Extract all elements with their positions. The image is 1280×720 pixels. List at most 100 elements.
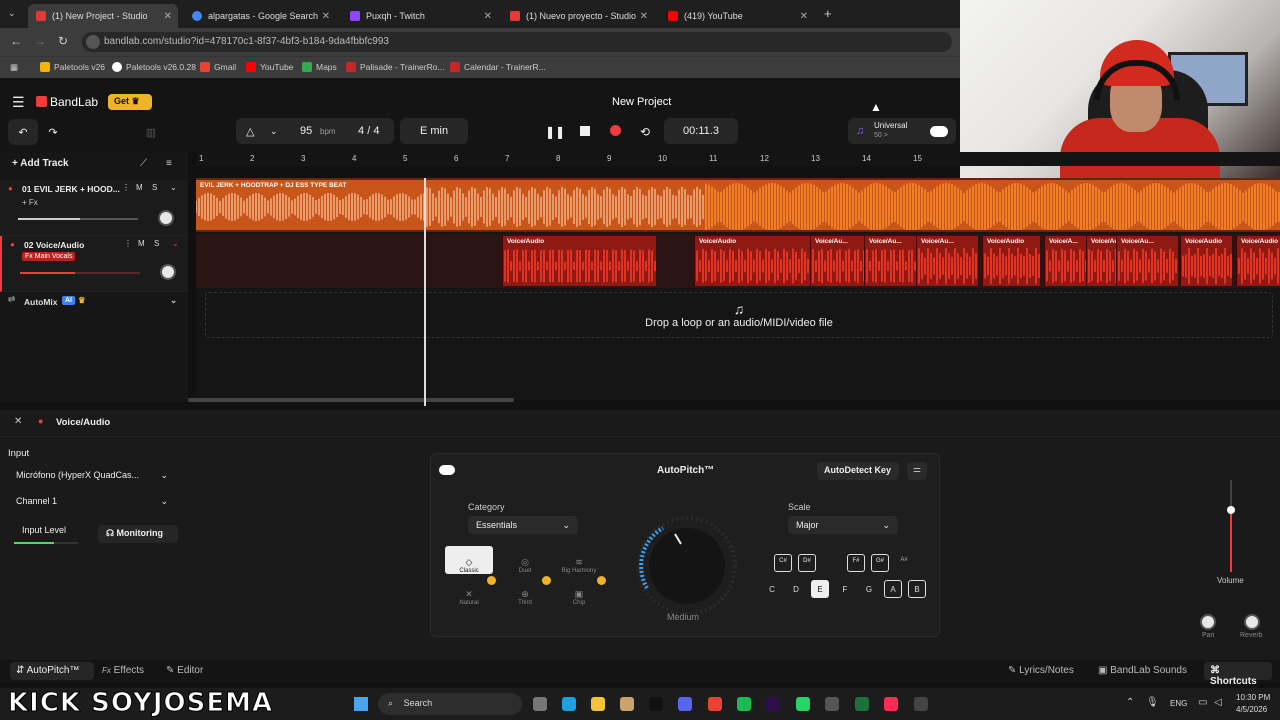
key-f-sharp[interactable]: F# xyxy=(847,554,865,572)
mic-tray-icon[interactable]: 🎙 xyxy=(1146,697,1159,708)
tab-lyrics[interactable]: ✎ Lyrics/Notes xyxy=(1008,665,1074,676)
clock-date[interactable]: 4/5/2026 xyxy=(1236,705,1267,714)
voice-clip[interactable]: Voice/Audio xyxy=(982,236,1040,286)
scale-select[interactable]: Major ⌄ xyxy=(788,516,898,534)
close-icon[interactable]: ✕ xyxy=(800,11,808,22)
reverb-knob[interactable] xyxy=(1244,614,1260,630)
key-f[interactable]: F xyxy=(836,580,854,598)
mode-duet[interactable]: ◎ Duet xyxy=(501,546,549,574)
pan-knob[interactable] xyxy=(1200,614,1216,630)
add-track-button[interactable]: + Add Track xyxy=(12,158,69,169)
track-row-voice[interactable]: ● 02 Voice/Audio Fx Main Vocals ⋮ M S ⌄ xyxy=(0,236,188,292)
bookmark-youtube[interactable]: YouTube xyxy=(246,62,293,72)
track-name[interactable]: 02 Voice/Audio xyxy=(24,240,84,250)
mode-classic[interactable]: ◇ Classic xyxy=(445,546,493,574)
edge-icon[interactable] xyxy=(562,697,576,711)
time-signature[interactable]: 4 / 4 xyxy=(358,125,379,137)
key-a[interactable]: A xyxy=(884,580,902,598)
file-explorer-icon[interactable] xyxy=(591,697,605,711)
tab-bandlab-sounds[interactable]: ▣ BandLab Sounds xyxy=(1098,665,1187,676)
chrome-icon[interactable] xyxy=(708,697,722,711)
mute-button[interactable]: M xyxy=(136,183,143,192)
chevron-down-icon[interactable]: ⌄ xyxy=(172,239,179,248)
terminal-icon[interactable] xyxy=(855,697,869,711)
key-a-sharp[interactable]: A# xyxy=(895,554,913,572)
chevron-down-icon[interactable]: ⌄ xyxy=(170,183,177,192)
tab-twitch[interactable]: Puxqh - Twitch ✕ xyxy=(342,4,498,28)
key-g[interactable]: G xyxy=(860,580,878,598)
record-button[interactable] xyxy=(610,125,621,136)
key-g-sharp[interactable]: G# xyxy=(871,554,889,572)
tiktok-icon[interactable] xyxy=(649,697,663,711)
beat-clip[interactable]: EVIL JERK + HOODTRAP + DJ ESS TYPE BEAT xyxy=(196,180,1280,230)
tab-search-icon[interactable]: ⌄ xyxy=(8,8,16,19)
volume-slider[interactable] xyxy=(20,272,140,274)
key-d[interactable]: D xyxy=(787,580,805,598)
loop-region-marker[interactable] xyxy=(196,152,248,166)
loop-button[interactable]: ⟲ xyxy=(634,119,656,145)
autopitch-toggle[interactable] xyxy=(439,465,455,475)
close-icon[interactable]: ✕ xyxy=(322,11,330,22)
volume-fader[interactable] xyxy=(1227,480,1235,572)
bookmark-palisade[interactable]: Palisade - TrainerRo... xyxy=(346,62,445,72)
timeline-ruler[interactable]: 1 2 3 4 5 6 7 8 9 10 11 12 13 14 15 xyxy=(196,152,1280,166)
close-panel-icon[interactable]: ✕ xyxy=(14,416,22,427)
mode-big-harmony[interactable]: ≋ Big Harmony xyxy=(555,546,603,574)
url-field[interactable]: bandlab.com/studio?id=478170c1-8f37-4bf3… xyxy=(82,32,952,52)
toggle-switch[interactable] xyxy=(930,125,948,137)
voice-clip[interactable]: Voice/Au... xyxy=(864,236,916,286)
track-name[interactable]: 01 EVIL JERK + HOOD... xyxy=(22,184,120,194)
discord-icon[interactable] xyxy=(678,697,692,711)
key-b[interactable]: B xyxy=(908,580,926,598)
menu-icon[interactable]: ☰ xyxy=(12,94,25,111)
key-d-sharp[interactable]: D# xyxy=(798,554,816,572)
strength-knob[interactable] xyxy=(635,514,739,618)
voice-clip[interactable]: Voice/Audio xyxy=(1180,236,1232,286)
voice-clip[interactable]: Voice/Au... xyxy=(916,236,978,286)
bookmark-calendar[interactable]: Calendar - TrainerR... xyxy=(450,62,546,72)
tab-youtube[interactable]: (419) YouTube ✕ xyxy=(660,4,814,28)
sliders-icon[interactable]: ⚌ xyxy=(907,462,927,480)
chevron-down-icon[interactable]: ⌄ xyxy=(270,126,278,137)
pause-button[interactable]: ❚❚ xyxy=(544,119,566,145)
apps-icon[interactable]: ▦ xyxy=(10,62,18,73)
key-c-sharp[interactable]: C# xyxy=(774,554,792,572)
chevron-down-icon[interactable]: ⌄ xyxy=(170,295,177,306)
voice-clip[interactable]: Voice/Au... xyxy=(810,236,864,286)
bookmark-gmail[interactable]: Gmail xyxy=(200,62,236,72)
drop-zone[interactable]: ♫ Drop a loop or an audio/MIDI/video fil… xyxy=(205,292,1273,338)
channel-select[interactable]: Channel 1 ⌄ xyxy=(8,492,176,510)
obs-icon[interactable] xyxy=(825,697,839,711)
site-info-icon[interactable] xyxy=(86,35,100,49)
solo-button[interactable]: S xyxy=(152,183,157,192)
spotify-icon[interactable] xyxy=(737,697,751,711)
mode-natural[interactable]: ✕ Natural xyxy=(445,578,493,606)
monitoring-button[interactable]: ☊ Monitoring xyxy=(98,525,178,543)
voice-clip[interactable]: Voice/Audio xyxy=(694,236,812,286)
volume-slider[interactable] xyxy=(18,218,138,220)
voice-clip[interactable]: Voice/A... xyxy=(1044,236,1086,286)
store-icon[interactable] xyxy=(620,697,634,711)
bookmark-paletools[interactable]: Paletools v26 xyxy=(40,62,105,72)
tab-autopitch[interactable]: ⇵ AutoPitch™ xyxy=(10,662,94,680)
whatsapp-icon[interactable] xyxy=(796,697,810,711)
track-menu-icon[interactable]: ⋮ xyxy=(122,183,130,192)
automation-icon[interactable]: ⟋ xyxy=(140,158,147,169)
language-indicator[interactable]: ENG xyxy=(1170,699,1187,708)
windows-start-icon[interactable] xyxy=(354,697,368,711)
category-select[interactable]: Essentials ⌄ xyxy=(468,516,578,534)
new-tab-icon[interactable]: + xyxy=(824,6,832,21)
bookmark-maps[interactable]: Maps xyxy=(302,62,337,72)
mute-button[interactable]: M xyxy=(138,239,145,248)
undo-button[interactable]: ↶ xyxy=(8,119,38,145)
premiere-icon[interactable] xyxy=(766,697,780,711)
tiktok-studio-icon[interactable] xyxy=(884,697,898,711)
voice-clip[interactable]: Voice/Audio xyxy=(502,236,656,286)
tab-google[interactable]: alpargatas - Google Search ✕ xyxy=(184,4,336,28)
media-player-icon[interactable] xyxy=(914,697,928,711)
reload-icon[interactable]: ↻ xyxy=(58,34,68,48)
tab-new-project[interactable]: (1) New Project - Studio ✕ xyxy=(28,4,178,28)
tab-effects[interactable]: Fx Effects xyxy=(102,665,144,676)
tab-nuevo-proyecto[interactable]: (1) Nuevo proyecto - Studio ✕ xyxy=(502,4,654,28)
fx-button[interactable]: + Fx xyxy=(22,198,38,207)
